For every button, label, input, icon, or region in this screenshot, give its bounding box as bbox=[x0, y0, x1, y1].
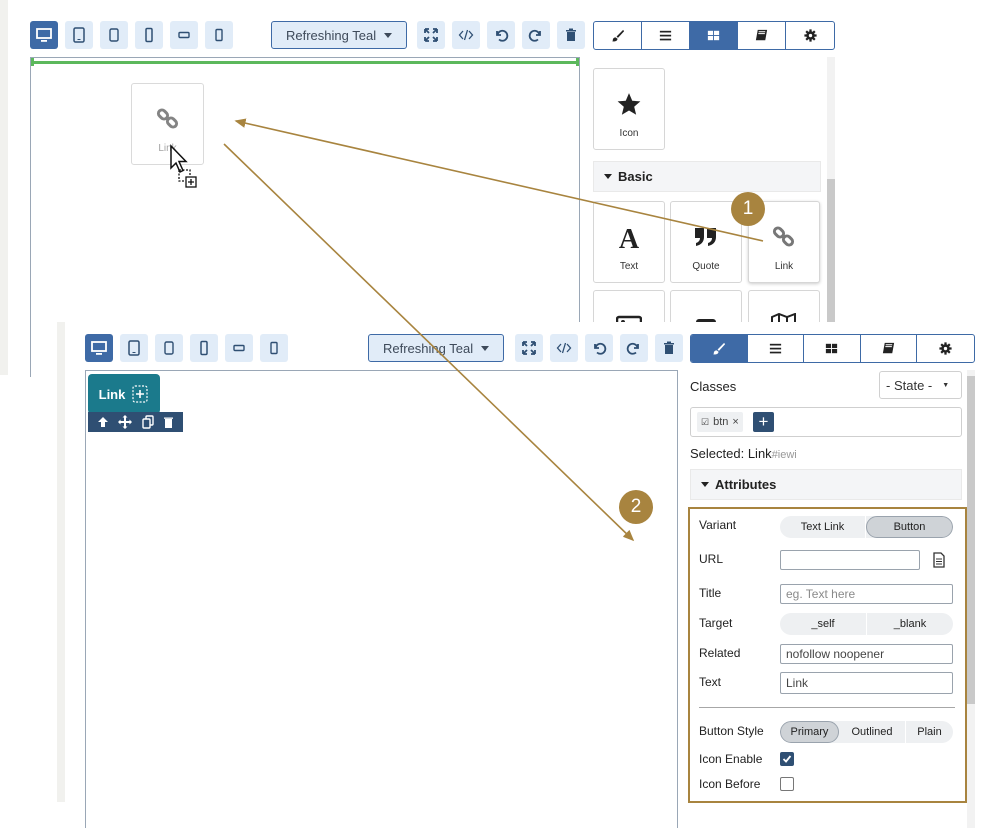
arrow-drag-to-canvas bbox=[234, 118, 764, 242]
arrow-canvas-to-attributes bbox=[223, 143, 635, 542]
annotation-arrows bbox=[223, 118, 764, 542]
